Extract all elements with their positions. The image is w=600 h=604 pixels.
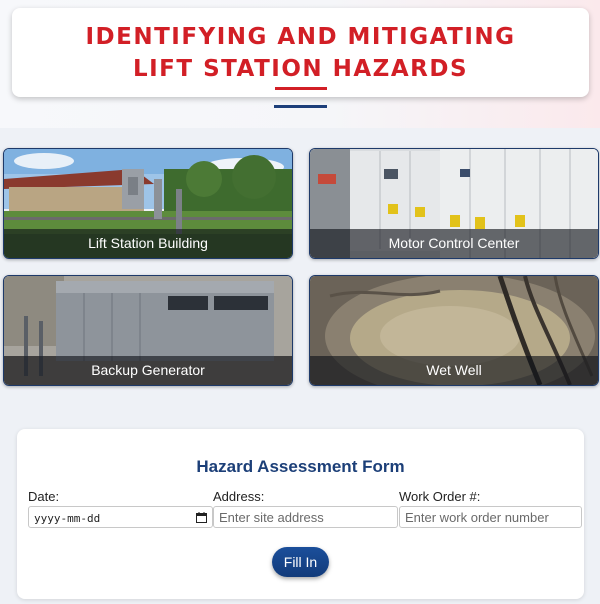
form-title: Hazard Assessment Form xyxy=(196,457,405,476)
fill-in-button[interactable]: Fill In xyxy=(272,547,329,577)
tile-wet-well[interactable]: Wet Well xyxy=(309,275,599,386)
tile-motor-control-center[interactable]: Motor Control Center xyxy=(309,148,599,259)
tile-caption: Lift Station Building xyxy=(4,229,292,258)
hazard-assessment-form: Hazard Assessment Form Date: yyyy-mm-dd … xyxy=(17,429,584,599)
tile-caption: Wet Well xyxy=(310,356,598,385)
page-title-line1: IDENTIFYING AND MITIGATING xyxy=(85,24,516,50)
title-underline xyxy=(274,87,327,90)
title-card: IDENTIFYING AND MITIGATING LIFT STATION … xyxy=(12,8,589,97)
date-field[interactable]: yyyy-mm-dd xyxy=(28,506,213,528)
date-label: Date: xyxy=(28,489,60,504)
work-order-input[interactable] xyxy=(405,507,576,528)
date-field-value: yyyy-mm-dd xyxy=(34,512,101,525)
address-label: Address: xyxy=(213,489,265,504)
work-order-label: Work Order #: xyxy=(399,489,481,504)
calendar-icon[interactable] xyxy=(196,512,207,523)
address-input[interactable] xyxy=(219,507,392,528)
tile-caption: Motor Control Center xyxy=(310,229,598,258)
section-divider xyxy=(274,105,327,108)
page-title-line2: LIFT STATION HAZARDS xyxy=(132,56,469,82)
tile-caption: Backup Generator xyxy=(4,356,292,385)
tile-lift-station-building[interactable]: Lift Station Building xyxy=(3,148,293,259)
work-order-field[interactable] xyxy=(399,506,582,528)
address-field[interactable] xyxy=(213,506,398,528)
tile-backup-generator[interactable]: Backup Generator xyxy=(3,275,293,386)
